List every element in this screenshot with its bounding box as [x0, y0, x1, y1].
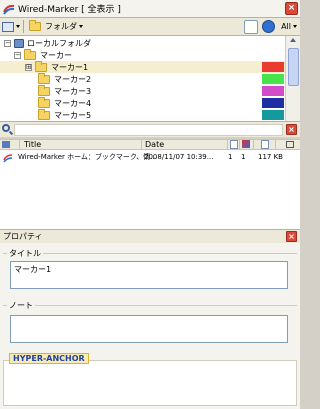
document-icon	[230, 140, 238, 149]
list-type-column[interactable]	[0, 140, 20, 150]
drive-icon	[14, 38, 24, 48]
column-picker-icon	[286, 141, 294, 148]
search-close-button[interactable]: ×	[286, 124, 297, 135]
list-item-count-b: 1	[241, 153, 246, 161]
expand-icon[interactable]: ⊞	[25, 63, 32, 71]
search-input[interactable]	[14, 124, 283, 136]
properties-close-button[interactable]: ×	[286, 231, 297, 242]
title-field[interactable]: マーカー1	[10, 261, 288, 289]
list-item-date: 2008/11/07 10:39...	[144, 153, 214, 161]
search-icon	[2, 124, 10, 132]
list-column-size[interactable]	[254, 140, 276, 150]
scrollbar-thumb[interactable]	[288, 48, 299, 86]
marker-color-swatch	[262, 98, 284, 108]
note-field[interactable]	[10, 315, 288, 343]
list-item-title: Wired-Marker ホーム：ブックマーク、情...	[18, 153, 157, 161]
file-size-icon	[261, 140, 269, 149]
list-column-date[interactable]: Date	[142, 140, 228, 150]
title-label: タイトル	[7, 248, 43, 259]
list-column-title[interactable]: Title	[20, 140, 142, 150]
tree-item-label: マーカー	[40, 50, 72, 60]
tree-scrollbar[interactable]	[285, 36, 300, 121]
hyper-anchor-label[interactable]: HYPER-ANCHOR	[9, 353, 89, 364]
wired-marker-app-icon	[3, 3, 15, 15]
view-menu-button[interactable]	[2, 20, 20, 34]
folder-icon	[38, 108, 50, 120]
chevron-down-icon	[79, 25, 83, 28]
folder-tree: − ローカルフォルダ − マーカー ⊞ マーカー1 マーカー2 マーカー3 マー…	[0, 36, 285, 121]
tree-item-label: マーカー4	[54, 98, 92, 108]
marker-color-swatch	[262, 86, 284, 96]
tree-item-marker-1[interactable]: ⊞ マーカー1	[0, 60, 285, 73]
info-button[interactable]	[262, 20, 276, 33]
collapse-icon[interactable]: −	[14, 51, 21, 59]
folder-icon	[38, 96, 50, 108]
tree-item-label: マーカー5	[54, 110, 92, 120]
folder-menu-label: フォルダ	[45, 22, 77, 31]
folder-icon	[38, 72, 50, 84]
list-column-icon-b[interactable]	[240, 140, 254, 150]
tree-item-marker[interactable]: − マーカー	[0, 48, 285, 61]
properties-title: プロパティ	[3, 232, 43, 241]
marker-item-icon	[3, 152, 13, 167]
properties-panel: タイトル マーカー1 ノート HYPER-ANCHOR	[0, 243, 300, 409]
filter-all-label: All	[281, 22, 291, 31]
list-column-icon-a[interactable]	[228, 140, 240, 150]
chevron-down-icon	[16, 25, 20, 28]
toolbar: フォルダ All	[0, 18, 300, 36]
group-divider	[3, 305, 297, 306]
marker-color-swatch	[262, 110, 284, 120]
hyper-anchor-box[interactable]	[3, 360, 297, 406]
marker-color-swatch	[262, 62, 284, 72]
folder-icon	[29, 20, 41, 31]
marker-icon	[242, 140, 250, 148]
list-header: Title Date	[0, 139, 300, 150]
copy-button[interactable]	[244, 19, 259, 34]
collapse-icon[interactable]: −	[4, 39, 11, 47]
tree-item-label: マーカー2	[54, 74, 92, 84]
folder-icon	[24, 48, 36, 60]
search-bar: ×	[0, 121, 300, 137]
list-column-picker[interactable]	[276, 140, 300, 150]
tree-item-marker-4[interactable]: マーカー4	[0, 96, 285, 109]
view-list-icon	[2, 21, 14, 32]
list-item-count-a: 1	[228, 153, 233, 161]
item-list: Wired-Marker ホーム：ブックマーク、情... 2008/11/07 …	[0, 150, 300, 229]
list-item[interactable]: Wired-Marker ホーム：ブックマーク、情... 2008/11/07 …	[0, 152, 300, 163]
type-column-icon	[2, 141, 10, 148]
tree-item-label: マーカー3	[54, 86, 92, 96]
filter-all-dropdown[interactable]: All	[281, 20, 297, 34]
note-label: ノート	[7, 300, 35, 311]
tree-item-marker-3[interactable]: マーカー3	[0, 84, 285, 97]
window-titlebar: Wired-Marker [ 全表示 ] ×	[0, 0, 300, 18]
tree-item-marker-5[interactable]: マーカー5	[0, 108, 285, 121]
folder-icon	[35, 60, 47, 72]
toolbar-separator	[23, 20, 24, 33]
tree-item-local-folder[interactable]: − ローカルフォルダ	[0, 37, 285, 49]
tree-item-label: マーカー1	[51, 62, 89, 72]
marker-color-swatch	[262, 74, 284, 84]
properties-header: プロパティ ×	[0, 229, 300, 243]
chevron-down-icon	[293, 25, 297, 28]
folder-icon	[38, 84, 50, 96]
tree-item-marker-2[interactable]: マーカー2	[0, 72, 285, 85]
window-close-button[interactable]: ×	[285, 2, 298, 15]
window-title: Wired-Marker [ 全表示 ]	[18, 5, 121, 15]
list-item-size: 117 KB	[258, 153, 283, 161]
group-divider	[3, 253, 297, 254]
folder-menu-button[interactable]: フォルダ	[29, 20, 83, 34]
scroll-up-icon[interactable]	[290, 38, 296, 42]
tree-item-label: ローカルフォルダ	[27, 38, 91, 48]
